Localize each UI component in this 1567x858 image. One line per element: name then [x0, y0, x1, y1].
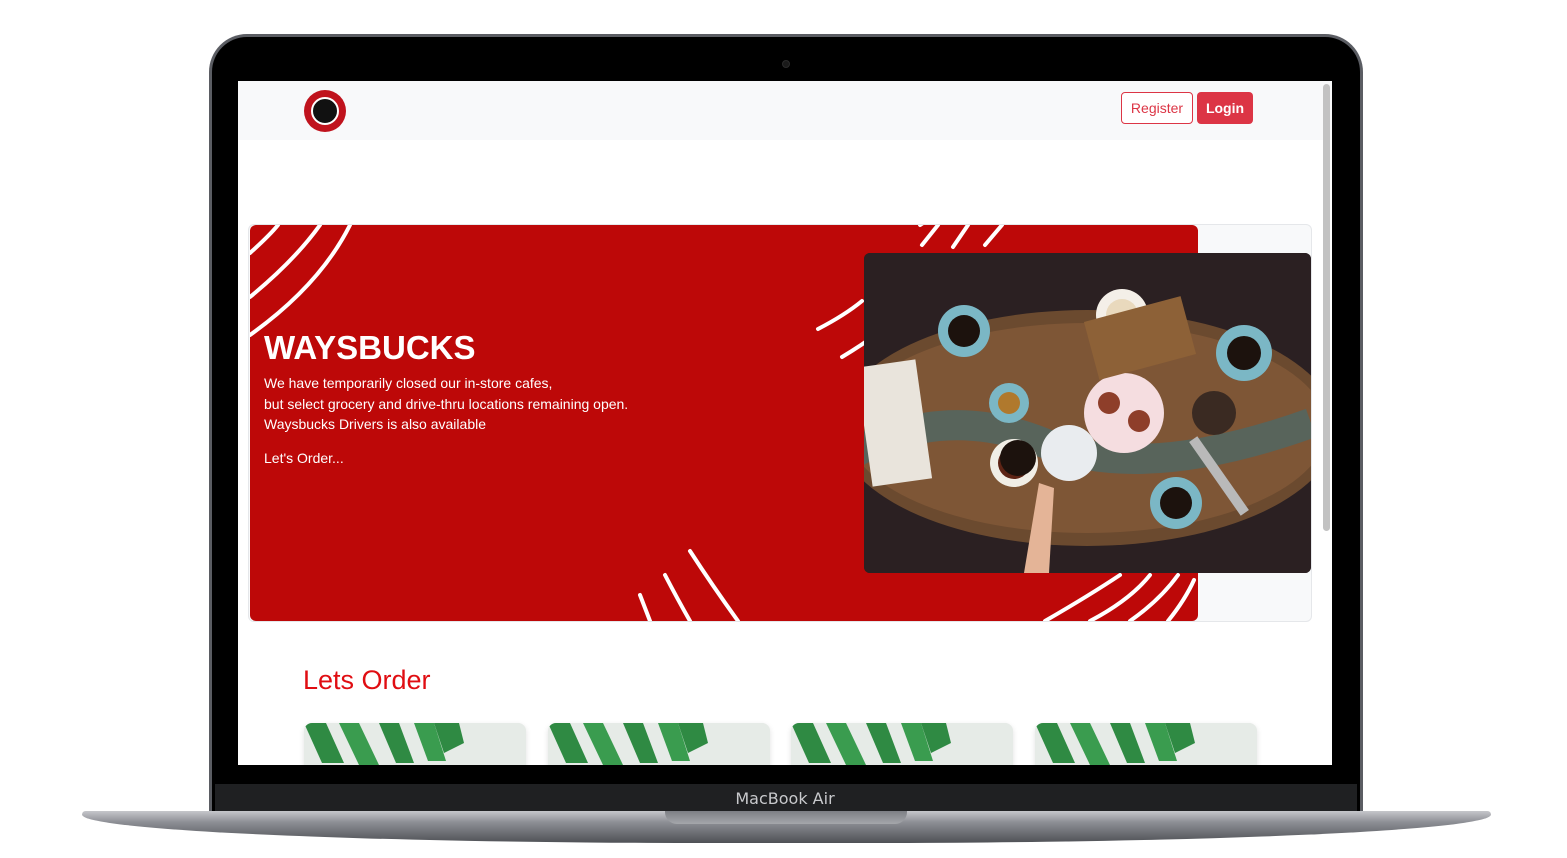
lets-order-heading: Lets Order: [303, 665, 431, 695]
product-card[interactable]: [791, 723, 1013, 765]
hero-title: WAYSBUCKS: [264, 329, 476, 366]
hero-coffee-table-image: [864, 253, 1311, 573]
device-model-label: MacBook Air: [735, 789, 835, 808]
hero-text-line-3: Waysbucks Drivers is also available: [264, 416, 486, 432]
product-image: [1035, 723, 1257, 765]
browser-viewport: Register Login WAYSBUCKS We have tempora…: [238, 81, 1332, 765]
product-image: [304, 723, 526, 765]
coffee-table-illustration: [864, 253, 1311, 573]
product-card[interactable]: [304, 723, 526, 765]
login-button[interactable]: Login: [1197, 92, 1253, 124]
navbar: Register Login: [238, 81, 1332, 140]
logo-emblem-icon: [311, 97, 339, 125]
product-image: [791, 723, 1013, 765]
hero-text-line-1: We have temporarily closed our in-store …: [264, 375, 553, 391]
laptop-opening-notch: [665, 811, 907, 824]
product-image: [548, 723, 770, 765]
hero-cta-text: Let's Order...: [264, 450, 344, 466]
register-button[interactable]: Register: [1121, 92, 1193, 124]
camera-icon: [782, 60, 790, 68]
waysbucks-logo[interactable]: [304, 90, 346, 132]
product-card[interactable]: [1035, 723, 1257, 765]
hero-text-line-2: but select grocery and drive-thru locati…: [264, 396, 629, 412]
product-card[interactable]: [548, 723, 770, 765]
page-scrollbar[interactable]: [1323, 84, 1330, 531]
